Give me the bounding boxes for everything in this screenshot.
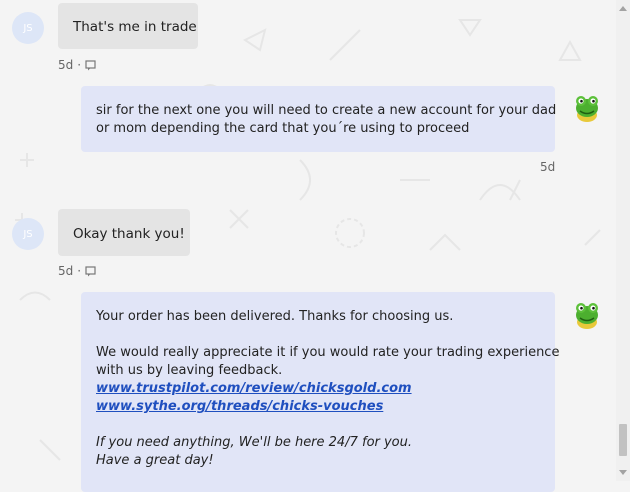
- customer-avatar: JS: [12, 12, 44, 44]
- avatar-initials: JS: [23, 228, 33, 240]
- message-time: 5d: [540, 160, 556, 174]
- customer-message-bubble: That's me in trade: [58, 3, 198, 49]
- customer-message-bubble: Okay thank you!: [58, 209, 190, 256]
- message-line: If you need anything, We'll be here 24/7…: [96, 435, 413, 450]
- scrollbar-thumb[interactable]: [619, 424, 627, 456]
- sythe-link[interactable]: www.sythe.org/threads/chicks-vouches: [96, 398, 559, 416]
- message-meta: 5d ·: [58, 58, 96, 72]
- frog-mascot-icon: [576, 303, 598, 329]
- message-icon: [85, 265, 96, 276]
- avatar-initials: JS: [23, 22, 33, 34]
- frog-mascot-icon: [576, 96, 598, 122]
- message-text: Okay thank you!: [73, 226, 185, 242]
- message-line: We would really appreciate it if you wou…: [96, 345, 560, 360]
- message-time: 5d: [58, 264, 74, 278]
- customer-avatar: JS: [12, 218, 44, 250]
- scroll-up-arrow-icon[interactable]: [619, 6, 627, 11]
- message-line: or mom depending the card that you´re us…: [96, 121, 470, 136]
- message-meta: 5d ·: [58, 264, 96, 278]
- trustpilot-link[interactable]: www.trustpilot.com/review/chicksgold.com: [96, 380, 559, 398]
- message-line: Your order has been delivered. Thanks fo…: [96, 309, 454, 324]
- agent-message-bubble: sir for the next one you will need to cr…: [81, 86, 557, 152]
- scroll-down-arrow-icon[interactable]: [619, 470, 627, 475]
- message-line: sir for the next one you will need to cr…: [96, 103, 557, 118]
- scrollbar[interactable]: [616, 0, 630, 481]
- message-line: Have a great day!: [96, 453, 214, 468]
- agent-message-bubble: Your order has been delivered. Thanks fo…: [81, 292, 559, 492]
- message-line: with us by leaving feedback.: [96, 363, 283, 378]
- message-time: 5d: [58, 58, 74, 72]
- message-icon: [85, 59, 96, 70]
- message-text: That's me in trade: [73, 19, 197, 35]
